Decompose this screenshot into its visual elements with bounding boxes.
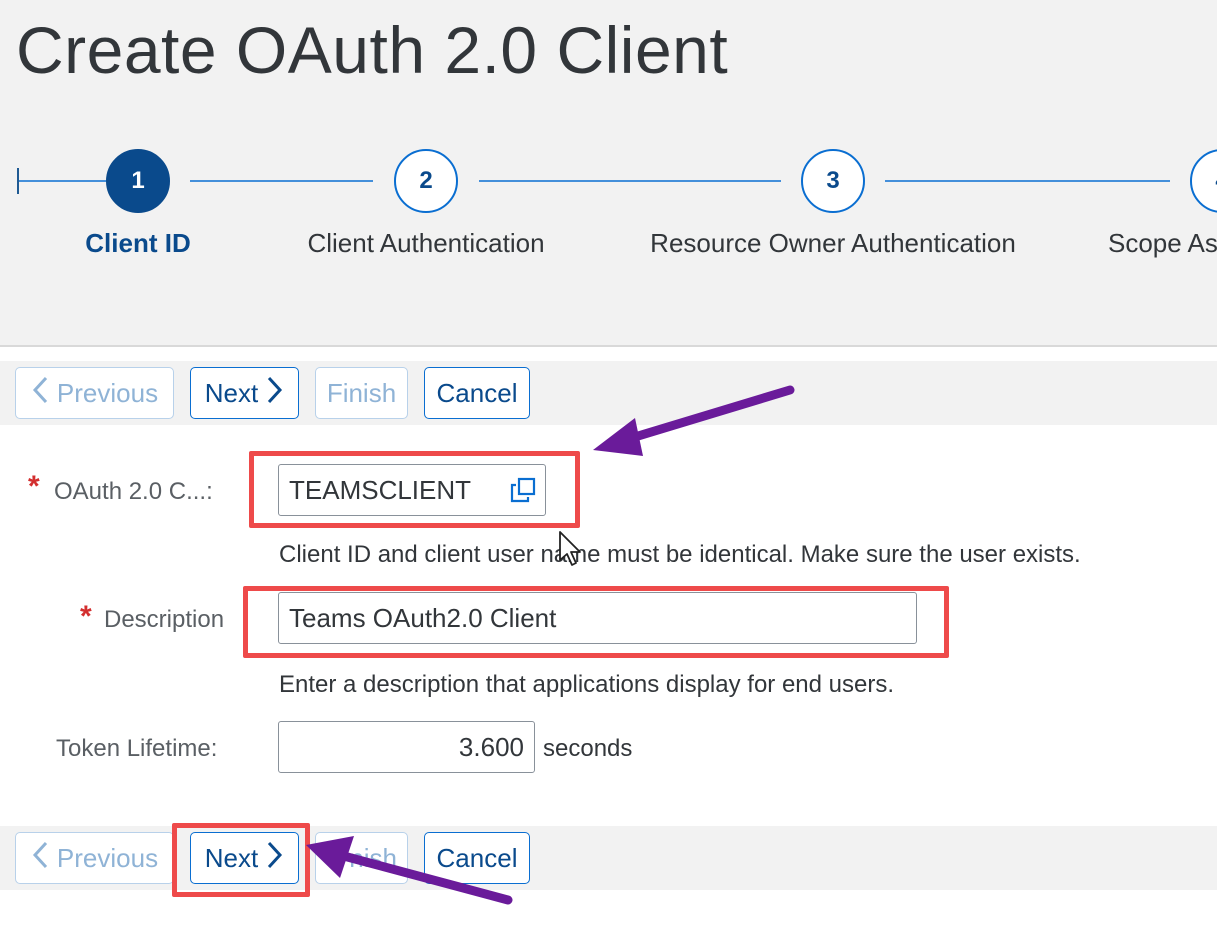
- description-value: Teams OAuth2.0 Client: [289, 602, 557, 633]
- next-label: Next: [204, 377, 259, 408]
- wizard-step-label-client-authentication[interactable]: Client Authentication: [307, 228, 544, 259]
- page-header: Create OAuth 2.0 Client 1 2 3 4 Client I…: [0, 0, 1217, 347]
- client-id-input[interactable]: TEAMSCLIENT: [278, 464, 546, 516]
- next-button[interactable]: Next: [190, 367, 299, 419]
- wizard-step-label-scope[interactable]: Scope As: [1108, 228, 1217, 259]
- wizard-connector: [19, 180, 106, 182]
- required-asterisk: *: [80, 600, 92, 633]
- token-lifetime-value: 3.600: [458, 731, 524, 762]
- cancel-button[interactable]: Cancel: [424, 367, 530, 419]
- chevron-right-icon: [266, 840, 284, 876]
- cancel-label: Cancel: [436, 842, 518, 873]
- wizard-toolbar-bottom: Previous Next nish Cancel: [0, 826, 1217, 890]
- wizard-step-label-client-id[interactable]: Client ID: [85, 228, 190, 259]
- wizard-step-4[interactable]: 4: [1190, 149, 1217, 213]
- cancel-label: Cancel: [436, 377, 518, 408]
- wizard-step-2[interactable]: 2: [394, 149, 458, 213]
- previous-button[interactable]: Previous: [15, 367, 174, 419]
- finish-label: nish: [349, 842, 397, 873]
- client-id-value: TEAMSCLIENT: [289, 474, 472, 505]
- previous-button[interactable]: Previous: [15, 832, 174, 884]
- finish-label: Finish: [326, 377, 397, 408]
- token-lifetime-input[interactable]: 3.600: [278, 721, 535, 773]
- wizard-step-label-resource-owner-authentication[interactable]: Resource Owner Authentication: [650, 228, 1016, 259]
- next-label: Next: [204, 842, 259, 873]
- chevron-left-icon: [31, 375, 49, 411]
- description-hint: Enter a description that applications di…: [279, 671, 895, 698]
- previous-label: Previous: [56, 842, 159, 873]
- description-label: Description: [104, 606, 225, 633]
- page-title: Create OAuth 2.0 Client: [16, 13, 729, 87]
- wizard-connector: [885, 180, 1170, 182]
- wizard-connector: [479, 180, 781, 182]
- wizard-connector: [190, 180, 373, 182]
- token-lifetime-label: Token Lifetime:: [56, 735, 218, 762]
- next-button[interactable]: Next: [190, 832, 299, 884]
- wizard-progress: 1 2 3 4 Client ID Client Authentication …: [0, 140, 1217, 280]
- token-lifetime-unit: seconds: [543, 735, 633, 762]
- chevron-left-icon: [31, 840, 49, 876]
- client-id-label: OAuth 2.0 C...:: [54, 478, 213, 505]
- description-input[interactable]: Teams OAuth2.0 Client: [278, 592, 917, 644]
- finish-button[interactable]: Finish: [315, 367, 408, 419]
- wizard-toolbar-top: Previous Next Finish Cancel: [0, 361, 1217, 425]
- finish-button[interactable]: nish: [315, 832, 408, 884]
- copy-icon[interactable]: [509, 476, 537, 511]
- chevron-right-icon: [266, 375, 284, 411]
- wizard-step-3[interactable]: 3: [801, 149, 865, 213]
- required-asterisk: *: [28, 470, 40, 503]
- client-id-hint: Client ID and client user name must be i…: [279, 541, 1081, 568]
- wizard-step-1[interactable]: 1: [106, 149, 170, 213]
- previous-label: Previous: [56, 377, 159, 408]
- cancel-button[interactable]: Cancel: [424, 832, 530, 884]
